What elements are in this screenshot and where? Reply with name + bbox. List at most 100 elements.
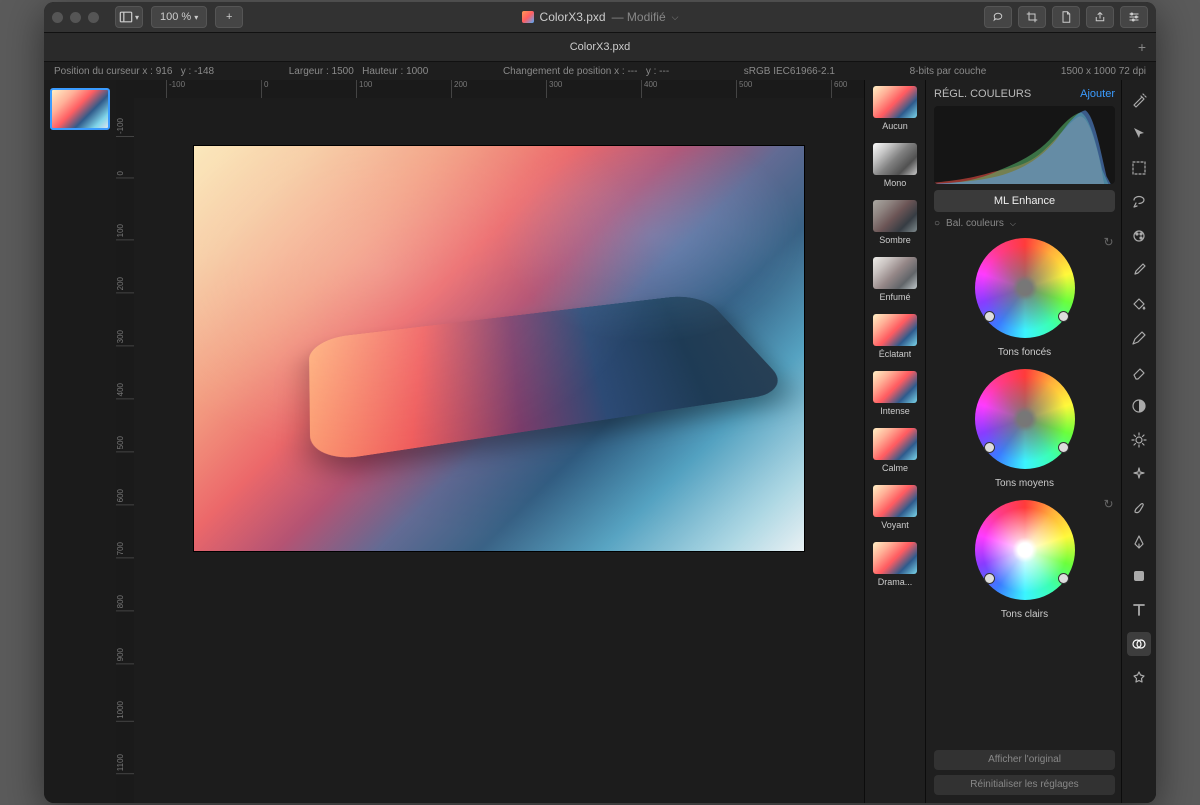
preset-mono[interactable]: Mono [865, 137, 925, 194]
color-balance-section[interactable]: ○ Bal. couleurs⌵ [934, 218, 1115, 229]
add-adjustment-button[interactable]: Ajouter [1080, 88, 1115, 100]
color-wheel-group: ↻Tons clairs [934, 495, 1115, 620]
page-setup-button[interactable] [1052, 6, 1080, 28]
ruler-tick: 500 [116, 436, 134, 452]
bucket-icon[interactable] [1127, 292, 1151, 316]
wheel-knob-right[interactable] [1058, 311, 1069, 322]
color-wheel[interactable]: ↻ [970, 233, 1080, 343]
show-original-button[interactable]: Afficher l'original [934, 750, 1115, 770]
effects-icon[interactable] [1127, 666, 1151, 690]
sliders-button[interactable] [1120, 6, 1148, 28]
color-wheel-group: ↻ Tons foncés [934, 233, 1115, 358]
wheel-label: Tons foncés [998, 347, 1051, 358]
color-adjust-icon[interactable] [1127, 632, 1151, 656]
bit-depth: 8-bits par couche [900, 66, 997, 77]
shape-icon[interactable] [1127, 564, 1151, 588]
preset-label: Mono [884, 178, 907, 188]
info-bar: Position du curseur x : 916 y : -148 Lar… [44, 62, 1156, 82]
layer-thumbnail[interactable] [50, 88, 110, 130]
color-wheel[interactable]: ↻ [970, 495, 1080, 605]
ruler-tick: 200 [451, 80, 467, 98]
position-delta: Changement de position x : --- y : --- [493, 66, 679, 77]
histogram [934, 106, 1115, 184]
zoom-dot[interactable] [88, 12, 99, 23]
lasso-free-icon[interactable] [1127, 190, 1151, 214]
canvas-area[interactable] [134, 98, 864, 803]
preset-label: Drama... [878, 577, 913, 587]
smudge-icon[interactable] [1127, 496, 1151, 520]
wheel-knob-left[interactable] [984, 573, 995, 584]
color-wheel[interactable] [970, 364, 1080, 474]
pencil-icon[interactable] [1127, 326, 1151, 350]
pen-icon[interactable] [1127, 530, 1151, 554]
wand-icon[interactable] [1127, 88, 1151, 112]
preset-calme[interactable]: Calme [865, 422, 925, 479]
ml-enhance-button[interactable]: ML Enhance [934, 190, 1115, 212]
preset-thumbnail [873, 86, 917, 118]
reset-wheel-icon[interactable]: ↻ [1103, 497, 1113, 511]
preset-éclatant[interactable]: Éclatant [865, 308, 925, 365]
arrow-icon[interactable] [1127, 122, 1151, 146]
text-icon[interactable] [1127, 598, 1151, 622]
ruler-tick: 400 [116, 383, 134, 399]
ruler-tick: 0 [116, 171, 134, 178]
ruler-tick: 900 [116, 648, 134, 664]
reset-adjustments-button[interactable]: Réinitialiser les réglages [934, 775, 1115, 795]
ruler-tick: 100 [356, 80, 372, 98]
preset-aucun[interactable]: Aucun [865, 80, 925, 137]
ruler-tick: 700 [116, 542, 134, 558]
preset-thumbnail [873, 371, 917, 403]
preset-voyant[interactable]: Voyant [865, 479, 925, 536]
preset-thumbnail [873, 200, 917, 232]
preset-enfumé[interactable]: Enfumé [865, 251, 925, 308]
preset-label: Voyant [881, 520, 909, 530]
new-tab-button[interactable]: + [1134, 39, 1150, 55]
preset-sombre[interactable]: Sombre [865, 194, 925, 251]
preset-thumbnail [873, 428, 917, 460]
zoom-select[interactable]: 100 %▾ [151, 6, 207, 28]
color-profile: sRGB IEC61966-2.1 [734, 66, 845, 77]
close-dot[interactable] [52, 12, 63, 23]
modified-label: — Modifié [612, 10, 666, 24]
titlebar: ▾ 100 %▾ + ColorX3.pxd — Modifié ⌵ [44, 2, 1156, 33]
wheel-label: Tons moyens [995, 478, 1054, 489]
preset-label: Aucun [882, 121, 908, 131]
tab[interactable]: ColorX3.pxd [570, 41, 631, 53]
canvas-image [194, 146, 804, 551]
brush-icon[interactable] [1127, 258, 1151, 282]
color-wheel-group: Tons moyens [934, 364, 1115, 489]
filename-label: ColorX3.pxd [540, 10, 606, 24]
crop-tool-button[interactable] [1018, 6, 1046, 28]
gradient-icon[interactable] [1127, 394, 1151, 418]
paint-icon[interactable] [1127, 224, 1151, 248]
adjustments-title: RÉGL. COULEURS [934, 88, 1031, 100]
ruler-tick: 600 [116, 489, 134, 505]
preset-thumbnail [873, 542, 917, 574]
sparkle-icon[interactable] [1127, 462, 1151, 486]
preset-label: Calme [882, 463, 908, 473]
wheel-knob-left[interactable] [984, 442, 995, 453]
light-icon[interactable] [1127, 428, 1151, 452]
minimize-dot[interactable] [70, 12, 81, 23]
marquee-icon[interactable] [1127, 156, 1151, 180]
ruler-tick: -100 [166, 80, 185, 98]
preset-drama...[interactable]: Drama... [865, 536, 925, 593]
add-button[interactable]: + [215, 6, 243, 28]
image-dimensions: 1500 x 1000 72 dpi [1051, 66, 1156, 77]
right-panels: Aucun Mono SombreEnfuméÉclatant Intense Calm… [864, 80, 1156, 803]
preset-label: Intense [880, 406, 910, 416]
wheel-knob-right[interactable] [1058, 573, 1069, 584]
wheel-knob-right[interactable] [1058, 442, 1069, 453]
image-size: Largeur : 1500 Hauteur : 1000 [279, 66, 439, 77]
lasso-tool-button[interactable] [984, 6, 1012, 28]
eraser-icon[interactable] [1127, 360, 1151, 384]
preset-intense[interactable]: Intense [865, 365, 925, 422]
wheel-knob-left[interactable] [984, 311, 995, 322]
share-button[interactable] [1086, 6, 1114, 28]
ruler-tick: 800 [116, 595, 134, 611]
preset-thumbnail [873, 143, 917, 175]
sidebar-toggle-button[interactable]: ▾ [115, 6, 143, 28]
ruler-tick: -100 [116, 118, 134, 137]
window-controls [52, 12, 99, 23]
reset-wheel-icon[interactable]: ↻ [1103, 235, 1113, 249]
